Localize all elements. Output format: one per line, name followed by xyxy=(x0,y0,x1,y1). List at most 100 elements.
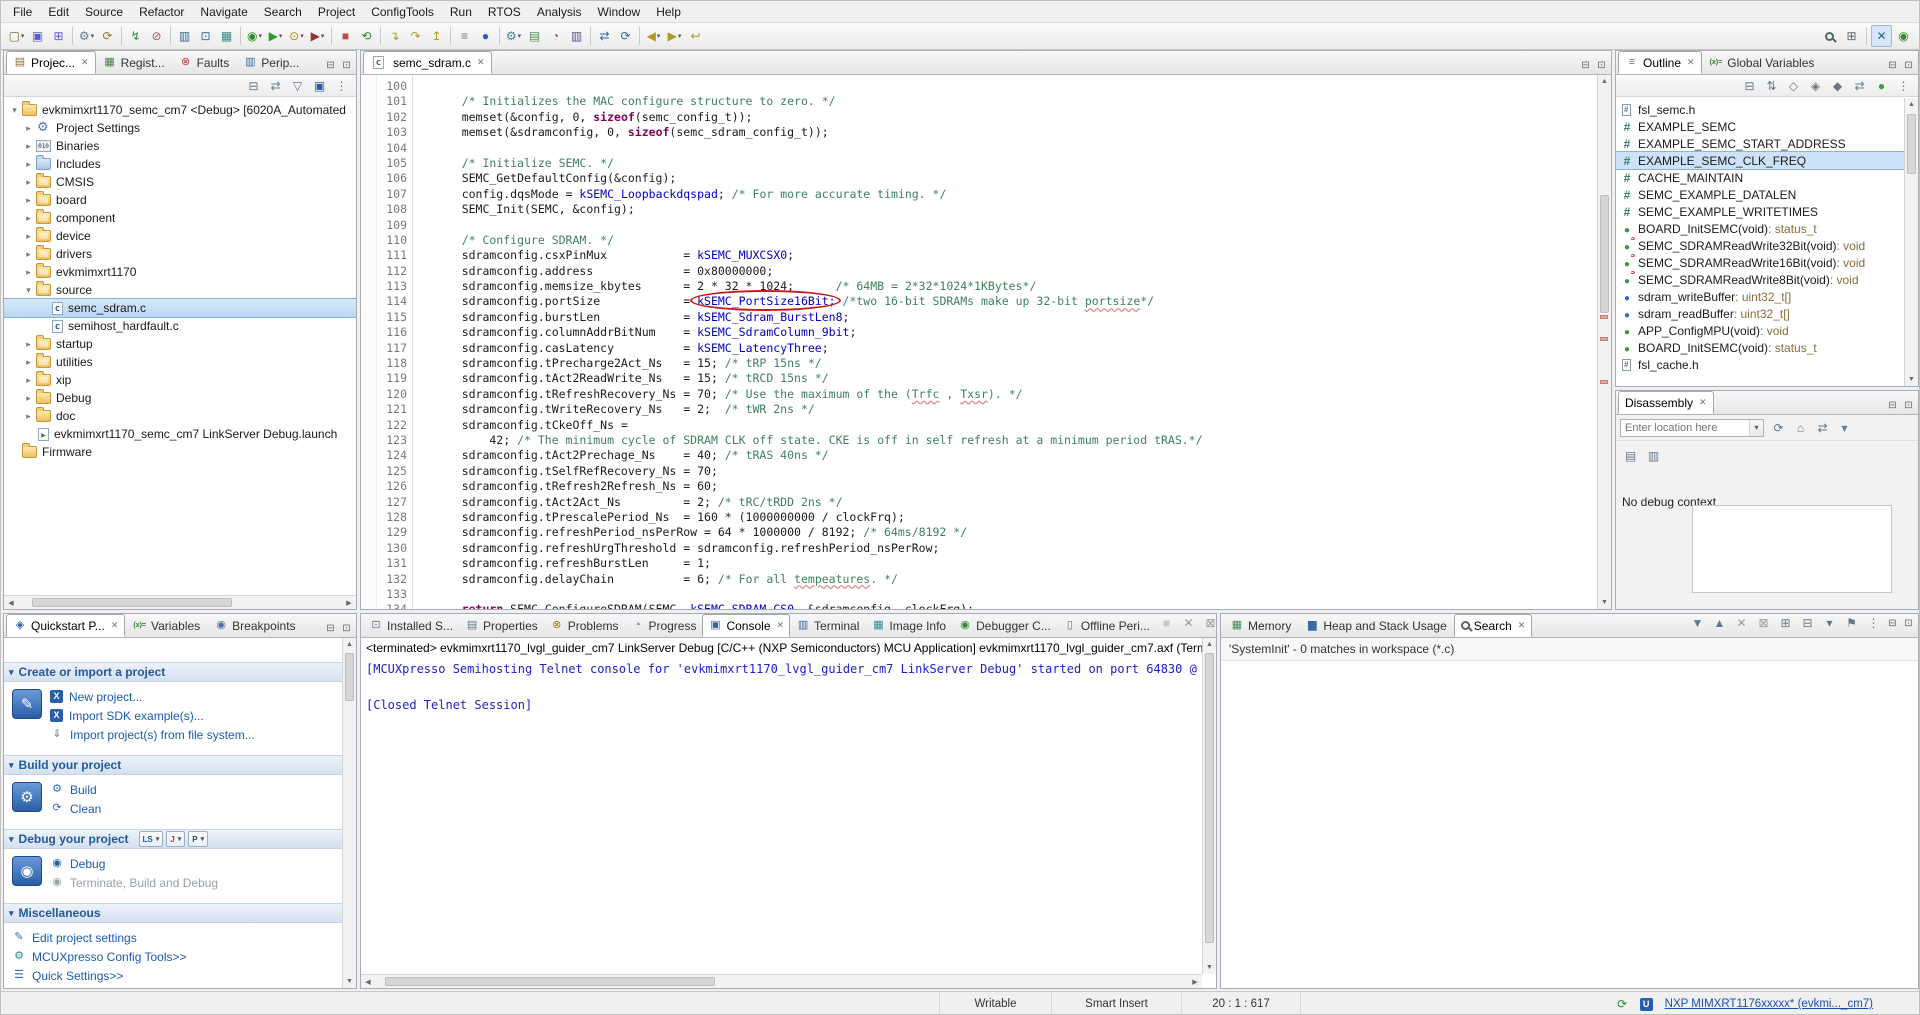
minimize-view-icon[interactable]: ⊟ xyxy=(1885,60,1900,71)
previous-match-icon[interactable]: ▲ xyxy=(1709,612,1730,634)
sync-status-icon[interactable]: ⟳ xyxy=(1612,993,1633,1014)
tree-item-component[interactable]: ▸ component xyxy=(4,209,356,227)
quickstart-item-build[interactable]: ⚙ Build xyxy=(50,780,342,799)
step-return-icon[interactable]: ↥ xyxy=(426,25,447,47)
peripherals-icon[interactable]: ▥ xyxy=(566,25,587,47)
console-tab-properties[interactable]: ▤ Properties xyxy=(459,614,544,637)
section-header-debug-your-project[interactable]: ▾ Debug your project LS ▾ J ▾ P ▾ xyxy=(4,829,342,849)
explorer-tab-projec[interactable]: ▤ Projec... ✕ xyxy=(6,51,96,74)
minimize-view-icon[interactable]: ⊟ xyxy=(1885,618,1900,629)
collapse-arrow-icon[interactable]: ▾ xyxy=(22,285,35,296)
outline-vertical-scrollbar[interactable]: ▲ ▼ xyxy=(1904,98,1918,386)
scroll-thumb[interactable] xyxy=(1205,653,1214,943)
view-menu-icon[interactable]: ▾ xyxy=(1834,417,1855,439)
restart-icon[interactable]: ⟲ xyxy=(356,25,377,47)
expand-arrow-icon[interactable]: ▸ xyxy=(22,267,35,278)
outline-item-semc-sdramreadwrite8bit-void[interactable]: SEMC_SDRAMReadWrite8Bit(void) : void xyxy=(1616,271,1904,288)
menu-configtools[interactable]: ConfigTools xyxy=(363,3,442,21)
target-device-link[interactable]: NXP MIMXRT1176xxxxx* (evkmi..._cm7) xyxy=(1665,998,1873,1010)
external-tools-icon[interactable]: ▶ ▾ xyxy=(307,25,328,47)
expand-arrow-icon[interactable]: ▸ xyxy=(22,195,35,206)
menu-file[interactable]: File xyxy=(5,3,40,21)
code-editor[interactable]: 100 101 102 103 104 105 106 107 108 109 110 111 112 1… xyxy=(361,75,1611,609)
menu-refactor[interactable]: Refactor xyxy=(131,3,192,21)
step-over-icon[interactable]: ↷ xyxy=(405,25,426,47)
download-flash-icon[interactable]: ↯ xyxy=(125,25,146,47)
step-into-icon[interactable]: ↴ xyxy=(384,25,405,47)
section-header-miscellaneous[interactable]: ▾ Miscellaneous xyxy=(4,903,342,923)
outline-item-example-semc-clk-freq[interactable]: EXAMPLE_SEMC_CLK_FREQ xyxy=(1616,151,1904,170)
code-text-area[interactable]: /* Initializes the MAC configure structu… xyxy=(434,75,1597,609)
quickstart-item-import-sdk-example-s[interactable]: X Import SDK example(s)... xyxy=(50,706,342,725)
outline-item-semc-example-datalen[interactable]: SEMC_EXAMPLE_DATALEN xyxy=(1616,186,1904,203)
expand-arrow-icon[interactable]: ▸ xyxy=(22,213,35,224)
tree-item-binaries[interactable]: ▸ Binaries xyxy=(4,137,356,155)
remove-match-icon[interactable]: ✕ xyxy=(1731,612,1752,634)
expand-arrow-icon[interactable]: ▸ xyxy=(22,123,35,134)
config-tools-icon[interactable]: ⚙ ▾ xyxy=(503,25,524,47)
tree-item-semihost-hardfault-c[interactable]: semihost_hardfault.c xyxy=(4,317,356,335)
scroll-right-icon[interactable]: ▶ xyxy=(342,599,356,607)
collapse-section-icon[interactable]: ▾ xyxy=(9,834,14,845)
close-tab-icon[interactable]: ✕ xyxy=(1518,620,1526,631)
save-all-icon[interactable]: ⊞ xyxy=(48,25,69,47)
image-info-icon[interactable]: ▦ xyxy=(216,25,237,47)
save-icon[interactable]: ▣ xyxy=(27,25,48,47)
menu-edit[interactable]: Edit xyxy=(40,3,77,21)
collapse-section-icon[interactable]: ▾ xyxy=(9,908,14,919)
outline-item-fsl-cache-h[interactable]: fsl_cache.h xyxy=(1616,356,1904,373)
console-tab-installed-s[interactable]: ⊡ Installed S... xyxy=(363,614,459,637)
scroll-up-icon[interactable]: ▲ xyxy=(1203,638,1216,651)
collapse-all-icon[interactable]: ⊟ xyxy=(243,75,264,97)
bottom-left-tab-variables[interactable]: (x)= Variables xyxy=(125,614,207,637)
maximize-view-icon[interactable]: ⊡ xyxy=(1901,400,1916,411)
menu-help[interactable]: Help xyxy=(648,3,689,21)
show-opcodes-icon[interactable]: ▥ xyxy=(1643,445,1664,467)
menu-analysis[interactable]: Analysis xyxy=(529,3,590,21)
scroll-left-icon[interactable]: ◀ xyxy=(4,599,18,607)
expand-arrow-icon[interactable]: ▸ xyxy=(22,393,35,404)
tree-item-project-settings[interactable]: ▸ Project Settings xyxy=(4,119,356,137)
location-input[interactable] xyxy=(1621,419,1749,436)
bottom-left-tab-breakpoints[interactable]: ◉ Breakpoints xyxy=(207,614,302,637)
quickstart-item-quick-settings[interactable]: ☰ Quick Settings>> xyxy=(12,966,342,985)
console-tab-terminal[interactable]: ▥ Terminal xyxy=(790,614,865,637)
scroll-up-icon[interactable]: ▲ xyxy=(343,638,356,651)
refresh-icon[interactable]: ⟳ xyxy=(1768,417,1789,439)
collapse-all-icon[interactable]: ⊟ xyxy=(1739,75,1760,97)
previous-searches-icon[interactable]: ▾ xyxy=(1819,612,1840,634)
scroll-down-icon[interactable]: ▼ xyxy=(1598,596,1611,609)
tree-item-drivers[interactable]: ▸ drivers xyxy=(4,245,356,263)
collapse-section-icon[interactable]: ▾ xyxy=(9,760,14,771)
scroll-right-icon[interactable]: ▶ xyxy=(1188,978,1202,986)
tree-item-evkmimxrt1170-semc-cm7-linkserver-debug-launch[interactable]: evkmimxrt1170_semc_cm7 LinkServer Debug.… xyxy=(4,425,356,443)
terminate-console-icon[interactable]: ■ xyxy=(1156,612,1177,634)
outline-tab-outline[interactable]: ≡ Outline ✕ xyxy=(1618,51,1702,74)
remove-all-matches-icon[interactable]: ⊠ xyxy=(1753,612,1774,634)
outline-item-board-initsemc-void[interactable]: BOARD_InitSEMC(void) : status_t xyxy=(1616,339,1904,356)
view-menu-icon[interactable]: ⋮ xyxy=(1893,75,1914,97)
breakpoint-icon[interactable]: ● xyxy=(475,25,496,47)
tree-item-xip[interactable]: ▸ xip xyxy=(4,371,356,389)
tree-item-source[interactable]: ▾ source xyxy=(4,281,356,299)
debug-perspective-icon[interactable]: ◉ xyxy=(1893,25,1914,47)
tree-item-board[interactable]: ▸ board xyxy=(4,191,356,209)
remove-launch-icon[interactable]: ✕ xyxy=(1178,612,1199,634)
tree-item-firmware[interactable]: Firmware xyxy=(4,443,356,461)
console-tab-progress[interactable]: ◔ Progress xyxy=(624,614,702,637)
expand-arrow-icon[interactable]: ▸ xyxy=(22,411,35,422)
expand-arrow-icon[interactable]: ▸ xyxy=(22,375,35,386)
maximize-view-icon[interactable]: ⊡ xyxy=(1594,60,1609,71)
scroll-left-icon[interactable]: ◀ xyxy=(361,978,375,986)
minimize-view-icon[interactable]: ⊟ xyxy=(323,60,338,71)
maximize-view-icon[interactable]: ⊡ xyxy=(1901,618,1916,629)
close-tab-icon[interactable]: ✕ xyxy=(111,620,119,631)
develop-perspective-icon[interactable]: ✕ xyxy=(1871,25,1892,47)
minimize-view-icon[interactable]: ⊟ xyxy=(1885,400,1900,411)
menu-source[interactable]: Source xyxy=(77,3,131,21)
probe-jlink-button[interactable]: J ▾ xyxy=(166,831,186,847)
menu-run[interactable]: Run xyxy=(442,3,480,21)
back-icon[interactable]: ◀ ▾ xyxy=(643,25,664,47)
console-tab-image-info[interactable]: ▦ Image Info xyxy=(865,614,952,637)
collapse-section-icon[interactable]: ▾ xyxy=(9,667,14,678)
